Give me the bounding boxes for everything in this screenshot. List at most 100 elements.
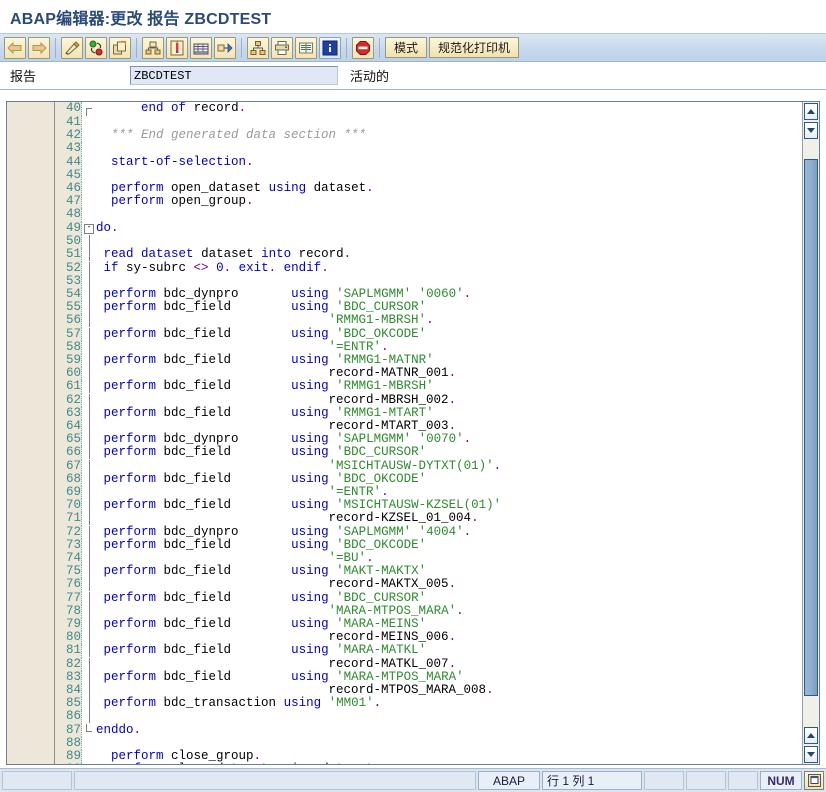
fold-empty [81, 142, 96, 156]
code-editor-inner: 40 end of record. 41 42 *** End generated… [7, 102, 802, 764]
scrollbar-track[interactable] [804, 141, 818, 725]
line-number: 67 [55, 459, 82, 473]
pattern-icon[interactable] [142, 36, 164, 59]
pretty-printer-button[interactable]: 规范化打印机 [429, 37, 520, 58]
code-line-text: enddo. [96, 723, 802, 737]
fold-guide [81, 367, 96, 381]
line-number: 90 [55, 763, 82, 764]
line-number: 61 [55, 380, 82, 394]
status-blank-2 [686, 771, 726, 790]
line-number: 82 [55, 657, 82, 671]
line-number: 72 [55, 525, 82, 539]
pretty-printer-icon[interactable] [166, 36, 188, 59]
forward-arrow-icon[interactable] [28, 36, 50, 59]
line-number: 63 [55, 406, 82, 420]
code-line: 42 *** End generated data section *** [55, 129, 802, 143]
code-line: 85 perform bdc_transaction using 'MM01'. [55, 697, 802, 711]
fold-guide [81, 433, 96, 447]
code-line-text [96, 208, 802, 222]
fold-guide [81, 670, 96, 685]
line-number: 53 [55, 274, 82, 288]
code-line: 87 enddo. [55, 723, 802, 737]
display-object-list-icon[interactable] [190, 36, 212, 59]
fold-guide [81, 248, 96, 262]
status-language[interactable]: ABAP [478, 771, 540, 790]
documentation-icon[interactable] [295, 36, 317, 59]
line-number: 76 [55, 578, 82, 592]
navigate-icon[interactable] [214, 36, 236, 59]
activate-icon[interactable] [85, 36, 107, 59]
stop-icon[interactable] [352, 36, 374, 59]
vertical-scrollbar[interactable] [802, 102, 819, 764]
fold-guide [81, 710, 96, 724]
fold-empty [81, 208, 96, 222]
line-number: 71 [55, 512, 82, 526]
line-number: 86 [55, 710, 82, 724]
fold-guide [81, 274, 96, 288]
line-number: 62 [55, 393, 82, 407]
scrollbar-thumb[interactable] [804, 158, 818, 696]
fold-guide [81, 301, 96, 315]
status-blank-1 [644, 771, 684, 790]
check-syntax-pencil-icon[interactable] [61, 36, 83, 59]
code-line: 49- do. [55, 221, 802, 236]
toolbar-separator [379, 37, 380, 58]
fold-guide [81, 631, 96, 645]
fold-empty [81, 155, 96, 169]
code-line-text: if sy-subrc <> 0. exit. endif. [96, 261, 802, 275]
toolbar-separator [55, 37, 56, 58]
fold-guide [81, 512, 96, 526]
fold-guide [81, 485, 96, 500]
status-message-cell [2, 771, 72, 790]
code-line-text: end of record. [96, 102, 802, 116]
line-number: 77 [55, 591, 82, 605]
copy-object-icon[interactable] [109, 36, 131, 59]
print-icon[interactable] [271, 36, 293, 59]
fold-guide [81, 644, 96, 658]
fold-guide [81, 472, 96, 486]
fold-guide [81, 618, 96, 632]
line-number: 58 [55, 340, 82, 354]
back-arrow-icon[interactable] [4, 36, 26, 59]
status-cursor-position: 行 1 列 1 [542, 771, 642, 790]
scroll-up-icon[interactable] [804, 103, 818, 120]
fold-toggle-icon[interactable]: - [81, 221, 96, 236]
information-icon[interactable] [319, 36, 341, 59]
fold-guide [81, 419, 96, 434]
fold-guide [81, 393, 96, 407]
session-icon[interactable] [804, 771, 824, 790]
fold-guide [81, 406, 96, 420]
code-line-text: *** End generated data section *** [96, 129, 802, 143]
code-line-text: perform bdc_transaction using 'MM01'. [96, 697, 802, 711]
code-line-text: start-of-selection. [96, 155, 802, 169]
scroll-down-icon[interactable] [804, 122, 818, 139]
fold-guide [81, 697, 96, 711]
page-title: ABAP编辑器:更改 报告 ZBCDTEST [10, 10, 272, 28]
code-line-text: perform open_group. [96, 195, 802, 209]
code-line: 47 perform open_group. [55, 195, 802, 209]
code-line: 44 start-of-selection. [55, 155, 802, 169]
fold-guide [81, 538, 96, 552]
fold-guide [81, 261, 96, 275]
code-line-text [96, 710, 802, 724]
toolbar-separator [346, 37, 347, 58]
line-number: 44 [55, 155, 82, 169]
code-scroll-area[interactable]: 40 end of record. 41 42 *** End generated… [55, 102, 802, 764]
fold-guide [81, 340, 96, 354]
line-number: 87 [55, 723, 82, 737]
report-label: 报告 [10, 69, 37, 84]
report-row: 报告 活动的 [0, 62, 826, 90]
mode-button[interactable]: 模式 [385, 37, 428, 58]
line-number: 56 [55, 314, 82, 328]
fold-guide [81, 525, 96, 539]
main-toolbar: 模式 规范化打印机 [0, 34, 826, 62]
toolbar-separator [136, 37, 137, 58]
report-name-input[interactable] [130, 66, 338, 85]
where-used-list-icon[interactable] [247, 36, 269, 59]
scroll-page-up-icon[interactable] [804, 727, 818, 744]
fold-guide-end [81, 723, 96, 737]
scroll-page-down-icon[interactable] [804, 746, 818, 763]
code-table: 40 end of record. 41 42 *** End generated… [55, 102, 802, 764]
line-number: 81 [55, 644, 82, 658]
abap-editor-window: ABAP编辑器:更改 报告 ZBCDTEST 模式 规范化打印机 报告 ZBCD… [0, 0, 826, 792]
